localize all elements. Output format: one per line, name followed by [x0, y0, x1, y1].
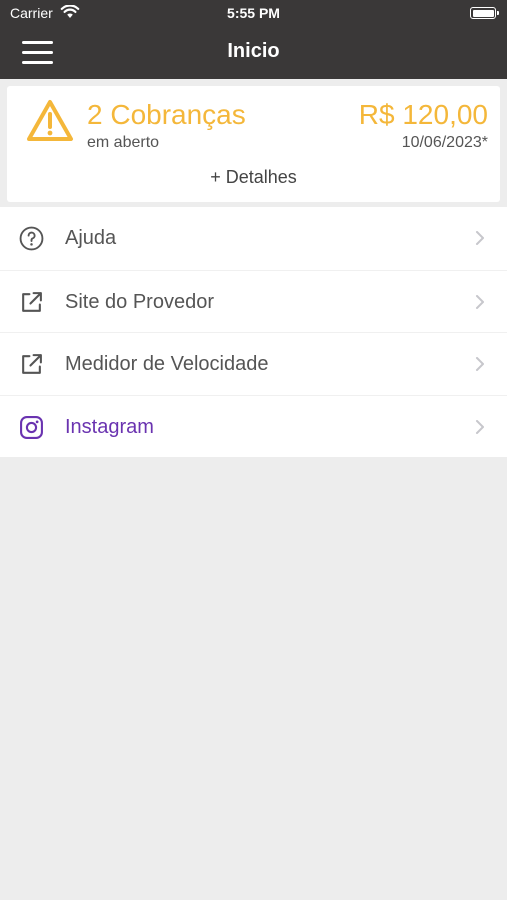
- warning-icon: [27, 100, 73, 141]
- menu-item-ajuda[interactable]: Ajuda: [0, 207, 507, 270]
- status-bar: Carrier 5:55 PM: [0, 0, 507, 26]
- menu-item-site-do-provedor[interactable]: Site do Provedor: [0, 269, 507, 333]
- chevron-right-icon: [476, 357, 484, 371]
- charges-due-date: 10/06/2023*: [401, 134, 488, 151]
- chevron-right-icon: [476, 231, 484, 245]
- chevron-right-icon: [476, 419, 484, 434]
- menu-item-label: Ajuda: [65, 227, 117, 249]
- battery-icon: [470, 7, 499, 19]
- external-link-icon: [22, 354, 42, 374]
- help-circle-icon: [19, 226, 44, 251]
- menu-item-medidor-de-velocidade[interactable]: Medidor de Velocidade: [0, 332, 507, 395]
- open-charges-count: 2 Cobranças: [87, 99, 246, 130]
- billing-card: 2 Cobranças em aberto R$ 120,00 10/06/20…: [7, 86, 500, 202]
- page-title: Inicio: [227, 40, 280, 62]
- menu-item-label: Site do Provedor: [65, 290, 214, 313]
- details-link[interactable]: + Detalhes: [7, 167, 500, 188]
- charges-amount: R$ 120,00: [358, 99, 488, 130]
- app-header: Carrier 5:55 PM Inicio: [0, 0, 507, 79]
- menu-list: Ajuda Site do Provedor Medidor de Veloci…: [0, 207, 507, 457]
- open-charges-subtitle: em aberto: [87, 134, 160, 151]
- menu-item-label: Medidor de Velocidade: [65, 353, 269, 375]
- external-link-icon: [22, 291, 42, 312]
- status-time: 5:55 PM: [227, 5, 280, 21]
- menu-item-instagram[interactable]: Instagram: [0, 394, 507, 458]
- chevron-right-icon: [476, 294, 484, 309]
- menu-item-label: Instagram: [65, 415, 154, 438]
- instagram-icon: [20, 415, 43, 439]
